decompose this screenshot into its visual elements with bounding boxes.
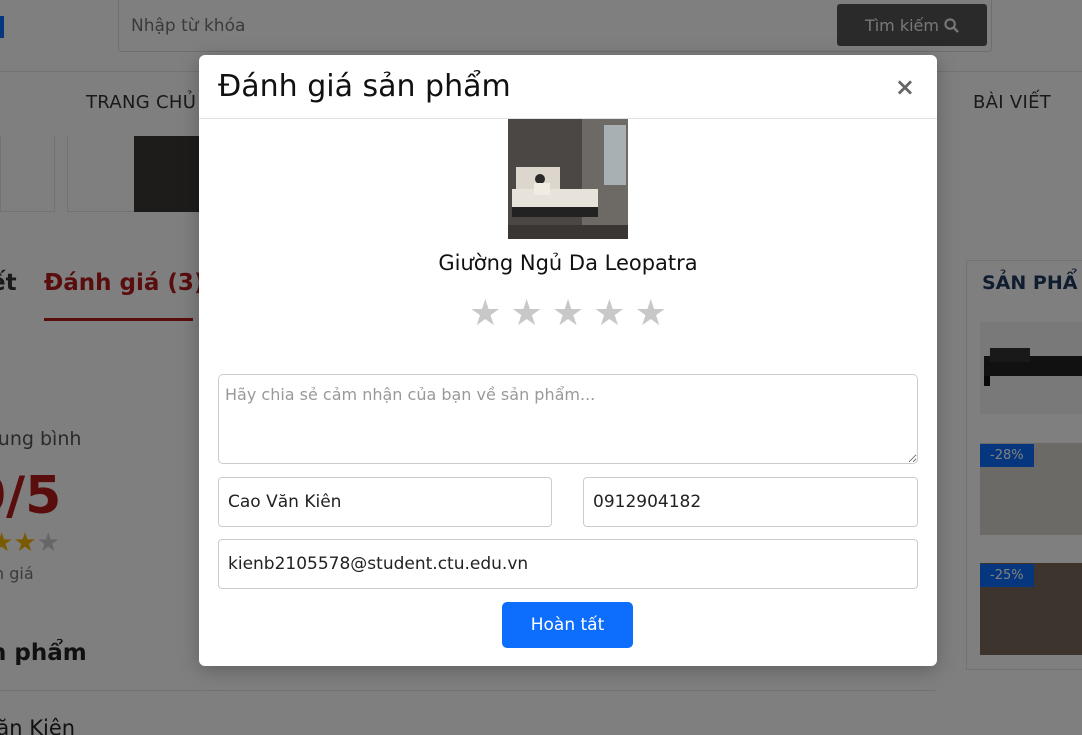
star-icon[interactable]: ★ [635, 293, 667, 334]
name-field[interactable] [218, 477, 552, 527]
star-icon[interactable]: ★ [510, 293, 542, 334]
submit-button[interactable]: Hoàn tất [502, 602, 633, 648]
email-field[interactable] [218, 539, 918, 589]
phone-field[interactable] [583, 477, 918, 527]
star-icon[interactable]: ★ [552, 293, 584, 334]
close-icon[interactable]: × [895, 73, 915, 101]
star-icon[interactable]: ★ [469, 293, 501, 334]
rating-stars: ★ ★ ★ ★ ★ [199, 293, 937, 334]
modal-header: Đánh giá sản phẩm × [199, 55, 937, 119]
review-modal: Đánh giá sản phẩm × Giường Ngủ Da Leopat… [199, 55, 937, 666]
modal-title: Đánh giá sản phẩm [218, 69, 511, 104]
review-comment-input[interactable] [218, 374, 918, 464]
product-name: Giường Ngủ Da Leopatra [438, 251, 698, 275]
star-icon[interactable]: ★ [593, 293, 625, 334]
product-image [508, 119, 628, 239]
